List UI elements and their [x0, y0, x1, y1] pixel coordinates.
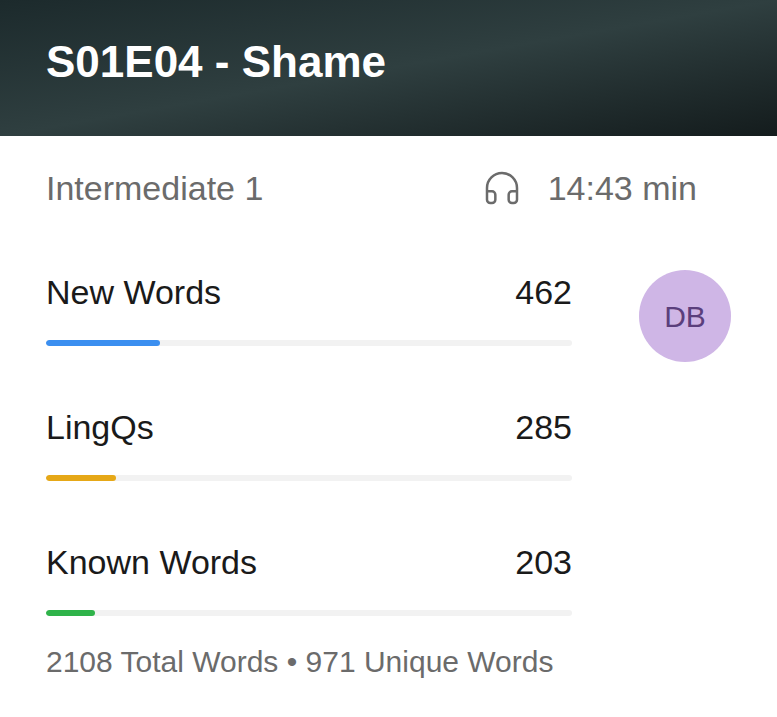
stat-row: New Words 462	[46, 270, 572, 346]
level-label: Intermediate 1	[46, 166, 263, 210]
lesson-card: S01E04 - Shame Intermediate 1 14:43 min New…	[0, 0, 777, 717]
stat-count: 203	[515, 540, 572, 584]
stat-header: LingQs 285	[46, 405, 572, 449]
headphones-icon	[482, 168, 522, 208]
episode-banner[interactable]: S01E04 - Shame	[0, 0, 777, 136]
stats-area: New Words 462 LingQs 285 Known Words 203 2108 …	[46, 270, 731, 680]
stats-list: New Words 462 LingQs 285 Known Words 203 2108 …	[46, 270, 572, 680]
stat-row: Known Words 203	[46, 540, 572, 616]
stat-count: 462	[515, 270, 572, 314]
stat-header: New Words 462	[46, 270, 572, 314]
lesson-meta-row: Intermediate 1 14:43 min	[46, 136, 697, 210]
stat-row: LingQs 285	[46, 405, 572, 481]
stat-progress-fill	[46, 610, 95, 616]
user-avatar[interactable]: DB	[639, 270, 731, 362]
duration: 14:43 min	[482, 166, 697, 210]
stat-label: New Words	[46, 270, 221, 314]
duration-label: 14:43 min	[548, 166, 697, 210]
stat-label: LingQs	[46, 405, 154, 449]
stat-label: Known Words	[46, 540, 257, 584]
avatar-initials: DB	[664, 294, 706, 339]
stat-progress-fill	[46, 475, 116, 481]
stat-header: Known Words 203	[46, 540, 572, 584]
lesson-body: Intermediate 1 14:43 min New Words 462 LingQ…	[0, 136, 777, 680]
stat-progress-track	[46, 475, 572, 481]
stat-progress-track	[46, 340, 572, 346]
stat-progress-fill	[46, 340, 160, 346]
word-summary: 2108 Total Words • 971 Unique Words	[46, 644, 572, 680]
stat-count: 285	[515, 405, 572, 449]
episode-title: S01E04 - Shame	[46, 38, 731, 86]
stat-progress-track	[46, 610, 572, 616]
